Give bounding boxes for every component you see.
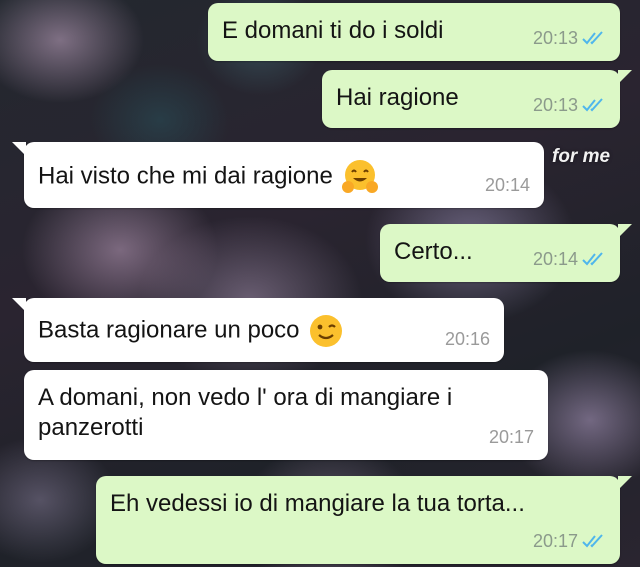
message-text-row: Basta ragionare un poco — [38, 313, 344, 349]
hugging-face-emoji — [341, 160, 378, 193]
message-bubble-incoming[interactable]: Hai visto che mi dai ragione 20:14 — [12, 142, 544, 208]
read-ticks-icon — [582, 252, 603, 266]
message-meta: 20:17 — [489, 422, 534, 452]
read-ticks-icon — [582, 31, 603, 45]
message-bubble-outgoing[interactable]: Eh vedessi io di mangiare la tua torta..… — [96, 476, 632, 564]
message-text-row: Hai visto che mi dai ragione — [38, 158, 379, 196]
message-meta: 20:13 — [533, 23, 608, 53]
message-text: Certo... — [394, 238, 473, 265]
winking-face-emoji — [309, 315, 342, 347]
message-text: A domani, non vedo l' ora di mangiare i … — [38, 384, 453, 441]
read-ticks-icon — [582, 534, 603, 548]
message-bubble-outgoing[interactable]: Certo... 20:14 — [380, 224, 632, 282]
message-bubble-incoming[interactable]: A domani, non vedo l' ora di mangiare i … — [24, 370, 548, 460]
wallpaper-caption: for me — [552, 146, 611, 167]
message-time: 20:13 — [532, 95, 578, 115]
message-text: Hai ragione — [336, 84, 459, 111]
message-bubble-outgoing[interactable]: Hai ragione 20:13 — [322, 70, 632, 128]
message-time: 20:14 — [532, 249, 578, 269]
read-ticks-icon — [582, 98, 603, 112]
message-bubble-incoming[interactable]: Basta ragionare un poco 20:16 — [12, 298, 504, 362]
message-meta: 20:13 — [533, 90, 608, 120]
message-meta: 20:16 — [445, 324, 490, 354]
message-text: Eh vedessi io di mangiare la tua torta..… — [110, 490, 525, 517]
message-time: 20:16 — [444, 329, 490, 349]
message-bubble-outgoing[interactable]: E domani ti do i soldi 20:13 — [208, 3, 620, 61]
message-time: 20:14 — [484, 175, 530, 195]
message-time: 20:17 — [532, 531, 578, 551]
message-text: Basta ragionare un poco — [38, 316, 300, 344]
message-meta: 20:14 — [485, 170, 530, 200]
message-time: 20:17 — [488, 427, 534, 447]
message-meta: 20:17 — [533, 526, 608, 556]
message-meta: 20:14 — [533, 244, 608, 274]
message-time: 20:13 — [532, 28, 578, 48]
message-text: Hai visto che mi dai ragione — [38, 162, 333, 190]
message-text: E domani ti do i soldi — [222, 17, 444, 44]
